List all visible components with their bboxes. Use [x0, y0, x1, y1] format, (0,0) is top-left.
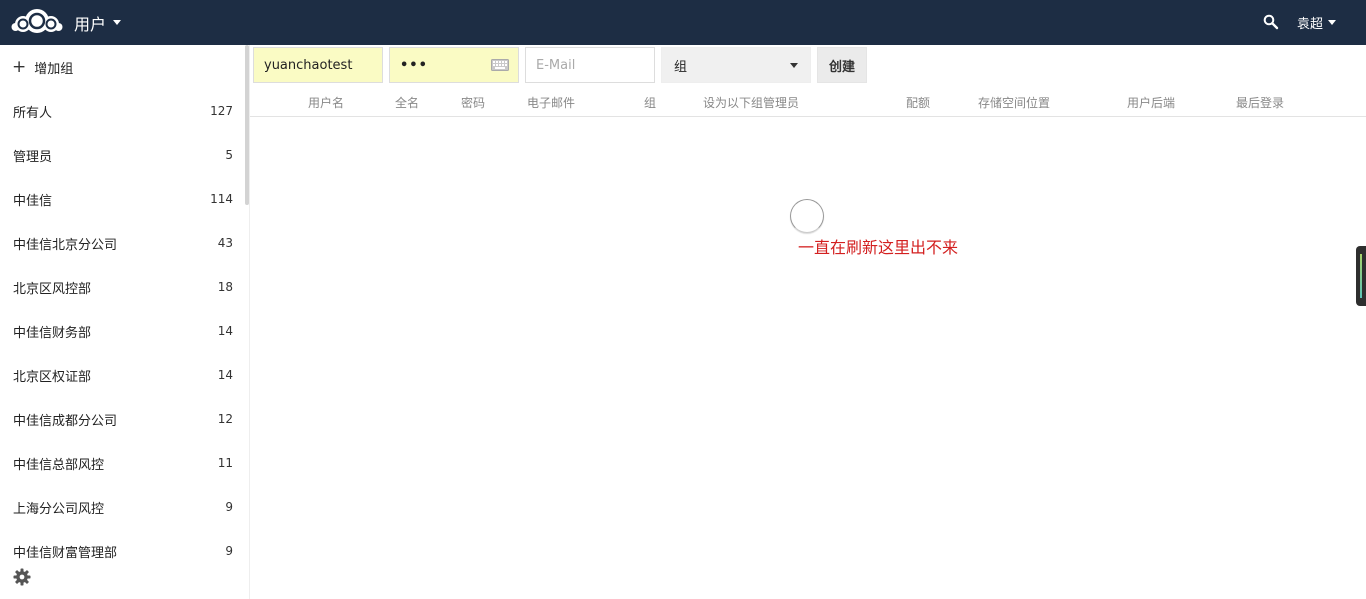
sidebar-item-group[interactable]: 中佳信总部风控 11 — [0, 441, 245, 485]
group-count: 14 — [217, 324, 233, 338]
group-count: 14 — [217, 368, 233, 382]
group-name: 北京区风控部 — [13, 281, 92, 297]
edge-tab-widget[interactable] — [1356, 246, 1366, 306]
group-count: 12 — [217, 412, 233, 426]
app-title: 用户 — [74, 14, 107, 34]
username-input[interactable]: yuanchaotest — [253, 47, 383, 83]
sidebar-item-group[interactable]: 中佳信成都分公司 12 — [0, 397, 245, 441]
group-count: 18 — [217, 280, 233, 294]
group-count: 9 — [225, 500, 233, 514]
chevron-down-icon — [113, 20, 122, 25]
sidebar-item-group[interactable]: 北京区风控部 18 — [0, 265, 245, 309]
sidebar-item-admin[interactable]: 管理员 5 — [0, 133, 245, 177]
group-count: 127 — [210, 104, 233, 118]
sidebar-item-group[interactable]: 北京区权证部 14 — [0, 353, 245, 397]
sidebar-item-group[interactable]: 中佳信财富管理部 9 — [0, 529, 245, 573]
username-value: yuanchaotest — [264, 57, 353, 73]
sidebar-item-group[interactable]: 上海分公司风控 9 — [0, 485, 245, 529]
group-select-label: 组 — [674, 59, 688, 75]
user-table-header: 用户名 全名 密码 电子邮件 组 设为以下组管理员 配额 存储空间位置 用户后端… — [250, 88, 1366, 117]
search-icon[interactable] — [1263, 14, 1279, 34]
column-header-storage-location[interactable]: 存储空间位置 — [978, 94, 1050, 111]
sidebar-item-everyone[interactable]: 所有人 127 — [0, 89, 245, 133]
app-menu-toggle[interactable]: 用户 — [74, 0, 122, 45]
group-name: 中佳信 — [13, 193, 53, 209]
user-menu-toggle[interactable]: 袁超 — [1297, 0, 1337, 45]
add-group-button[interactable]: + 增加组 — [0, 45, 245, 89]
group-count: 114 — [210, 192, 233, 206]
password-input[interactable]: ••• — [389, 47, 519, 83]
group-name: 所有人 — [13, 105, 53, 121]
column-header-last-login[interactable]: 最后登录 — [1236, 94, 1284, 111]
group-name: 中佳信财务部 — [13, 325, 92, 341]
sidebar-item-group[interactable]: 中佳信北京分公司 43 — [0, 221, 245, 265]
group-count: 9 — [225, 544, 233, 558]
group-list: 所有人 127 管理员 5 中佳信 114 中佳信北京分公司 43 北京区风控部… — [0, 89, 245, 573]
cloud-logo-icon[interactable] — [11, 7, 63, 41]
column-header-groups[interactable]: 组 — [644, 94, 656, 111]
group-count: 5 — [225, 148, 233, 162]
group-name: 中佳信财富管理部 — [13, 545, 118, 561]
column-header-username[interactable]: 用户名 — [308, 94, 344, 111]
gear-icon[interactable] — [13, 568, 31, 590]
group-count: 43 — [217, 236, 233, 250]
group-name: 中佳信成都分公司 — [13, 413, 118, 429]
group-count: 11 — [217, 456, 233, 470]
annotation-text: 一直在刷新这里出不来 — [798, 238, 959, 257]
group-name: 管理员 — [13, 149, 53, 165]
column-header-password[interactable]: 密码 — [461, 94, 485, 111]
group-sidebar: + 增加组 所有人 127 管理员 5 中佳信 114 中佳信北京分公司 43 … — [0, 45, 250, 599]
add-group-label: 增加组 — [34, 61, 74, 77]
sidebar-scrollbar[interactable] — [245, 45, 249, 205]
loading-spinner-icon — [790, 199, 824, 233]
column-header-email[interactable]: 电子邮件 — [527, 94, 575, 111]
sidebar-item-group[interactable]: 中佳信 114 — [0, 177, 245, 221]
group-name: 中佳信北京分公司 — [13, 237, 118, 253]
column-header-group-admin[interactable]: 设为以下组管理员 — [703, 94, 799, 111]
sidebar-item-group[interactable]: 中佳信财务部 14 — [0, 309, 245, 353]
chevron-down-icon — [790, 62, 798, 68]
password-value: ••• — [400, 57, 428, 73]
keyboard-icon[interactable] — [491, 59, 509, 75]
plus-icon: + — [12, 56, 27, 77]
edge-widget-bar — [1360, 254, 1362, 298]
create-button[interactable]: 创建 — [817, 47, 867, 83]
chevron-down-icon — [1328, 20, 1337, 25]
column-header-user-backend[interactable]: 用户后端 — [1127, 94, 1175, 111]
email-input[interactable]: E-Mail — [525, 47, 655, 83]
column-header-quota[interactable]: 配额 — [906, 94, 930, 111]
group-name: 中佳信总部风控 — [13, 457, 105, 473]
group-name: 北京区权证部 — [13, 369, 92, 385]
column-header-fullname[interactable]: 全名 — [395, 94, 419, 111]
email-placeholder: E-Mail — [536, 57, 576, 73]
top-header: 用户 袁超 — [0, 0, 1366, 45]
group-select[interactable]: 组 — [661, 47, 811, 83]
user-name: 袁超 — [1297, 17, 1324, 32]
group-name: 上海分公司风控 — [13, 501, 105, 517]
create-label: 创建 — [828, 59, 855, 75]
